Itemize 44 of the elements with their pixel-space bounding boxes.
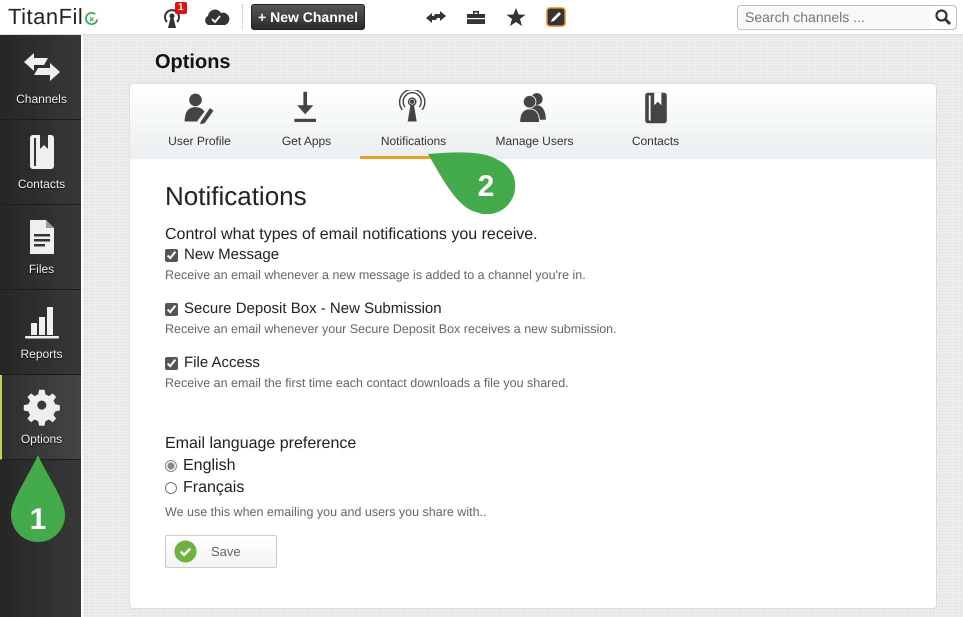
checkbox[interactable] [165,302,178,316]
new-channel-button[interactable]: + New Channel [251,4,365,30]
option-description: Receive an email the first time each contact downloads a file you shared. [165,375,570,392]
save-button[interactable]: Save [165,535,277,568]
callout-marker: 2 [428,150,516,214]
settings-icon [22,388,62,426]
edit-icon[interactable] [545,7,567,27]
sidebar-label: Files [28,262,54,276]
callout-marker: 1 [10,455,66,543]
checkbox[interactable] [165,356,178,370]
brand-name: TitanFil [8,4,84,30]
intro-text: Control what types of email notifications you receive. [165,225,539,245]
tab[interactable]: Contacts [602,84,709,159]
tab[interactable]: Get Apps [253,84,360,159]
option-label: File Access [184,353,260,373]
option-label: Secure Deposit Box - New Submission [184,299,442,319]
help-text: We use this when emailing you and users you share with.. [165,504,488,521]
option-description: Receive an email whenever your Secure Deposit Box receives a new submission. [165,321,618,338]
sidebar-label: Contacts [18,177,66,191]
sidebar-item[interactable]: Channels [0,35,81,120]
option-label: New Message [184,245,280,265]
sidebar-label: Reports [20,347,63,361]
page-title: Options [155,51,232,73]
cloud-check-icon[interactable] [202,8,230,26]
notification-count: 1 [175,2,187,14]
checkbox[interactable] [165,248,178,262]
check-icon [174,540,197,563]
sidebar-label: Channels [16,92,67,106]
sidebar-label: Options [20,432,62,446]
option-description: Receive an email whenever a new message is added to a channel you're in. [165,267,587,284]
sidebar-item[interactable]: Options [0,375,81,460]
radio-label: Français [183,478,244,498]
search-field[interactable]: Search channels ... [737,4,957,30]
sidebar-item[interactable]: Files [0,205,81,290]
section-heading: Notifications [165,181,307,211]
radio-button[interactable] [165,482,177,494]
language-label: Email language preference [165,434,358,454]
sidebar-item[interactable]: Contacts [0,120,81,205]
radio-button[interactable] [165,460,177,472]
star-icon[interactable] [505,7,527,27]
search-icon[interactable] [934,8,952,26]
tab[interactable]: User Profile [146,84,253,159]
radio-label: English [183,456,236,476]
logo-icon [84,11,100,26]
